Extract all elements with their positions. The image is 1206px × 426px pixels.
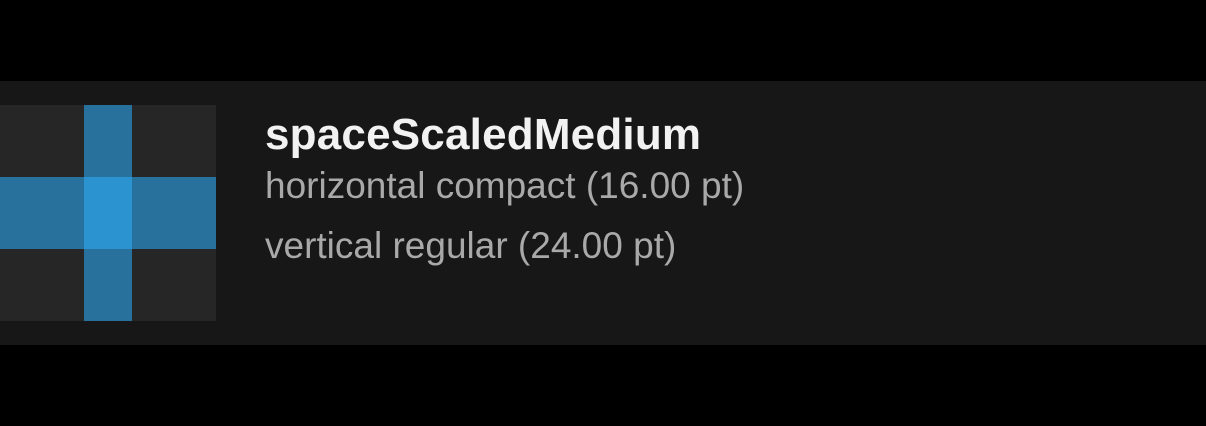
preview-center	[84, 177, 132, 249]
preview-corner-top-left	[0, 105, 84, 177]
preview-corner-top-right	[132, 105, 216, 177]
spacing-token-row: spaceScaledMedium horizontal compact (16…	[0, 81, 1206, 345]
preview-corner-bottom-left	[0, 249, 84, 321]
token-name: spaceScaledMedium	[265, 110, 702, 159]
preview-horizontal-spacing-right	[132, 177, 216, 249]
preview-horizontal-spacing-left	[0, 177, 84, 249]
preview-vertical-spacing-top	[84, 105, 132, 177]
token-details: spaceScaledMedium horizontal compact (16…	[265, 109, 744, 268]
vertical-value: vertical regular (24.00 pt)	[265, 225, 677, 266]
horizontal-value: horizontal compact (16.00 pt)	[265, 165, 745, 206]
preview-corner-bottom-right	[132, 249, 216, 321]
spacing-preview-icon	[0, 105, 216, 321]
preview-vertical-spacing-bottom	[84, 249, 132, 321]
screen: spaceScaledMedium horizontal compact (16…	[0, 0, 1206, 426]
